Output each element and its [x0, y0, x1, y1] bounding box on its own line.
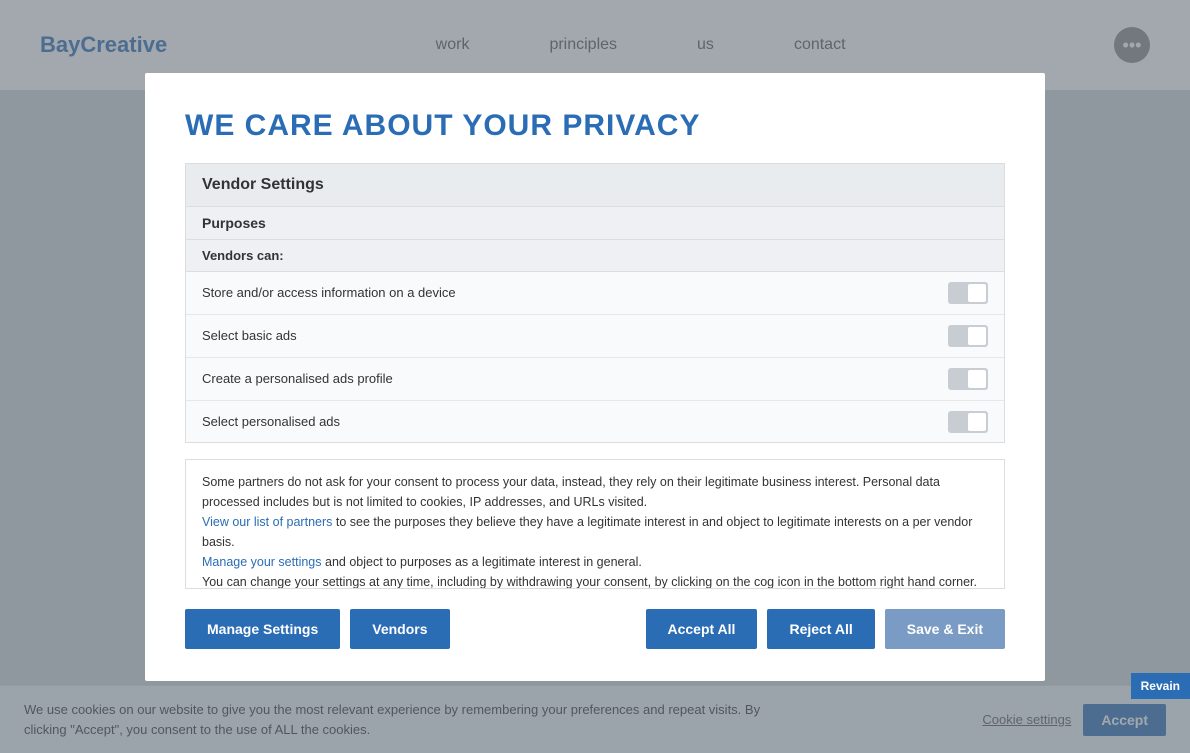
modal-buttons: Manage Settings Vendors Accept All Rejec… [185, 609, 1005, 649]
vendor-toggle-2[interactable] [948, 368, 988, 390]
vendor-item-label-0: Store and/or access information on a dev… [202, 285, 456, 300]
vendor-item-0: Store and/or access information on a dev… [186, 272, 1004, 315]
vendors-button[interactable]: Vendors [350, 609, 449, 649]
privacy-modal: WE CARE ABOUT YOUR PRIVACY Vendor Settin… [145, 73, 1045, 681]
info-text-3: and object to purposes as a legitimate i… [325, 555, 642, 569]
vendor-toggle-1[interactable] [948, 325, 988, 347]
vendor-item-label-2: Create a personalised ads profile [202, 371, 393, 386]
revain-badge[interactable]: Revain [1131, 673, 1190, 699]
info-text-1: Some partners do not ask for your consen… [202, 475, 940, 509]
manage-settings-link[interactable]: Manage your settings [202, 555, 322, 569]
vendor-item-3: Select personalised ads [186, 401, 1004, 442]
accept-all-button[interactable]: Accept All [646, 609, 758, 649]
right-buttons: Accept All Reject All Save & Exit [646, 609, 1006, 649]
vendor-settings-box: Vendor Settings Purposes Vendors can: St… [185, 163, 1005, 443]
manage-settings-button[interactable]: Manage Settings [185, 609, 340, 649]
vendor-toggle-3[interactable] [948, 411, 988, 433]
vendor-toggle-0[interactable] [948, 282, 988, 304]
reject-all-button[interactable]: Reject All [767, 609, 874, 649]
view-partners-link[interactable]: View our list of partners [202, 515, 332, 529]
vendor-item-2: Create a personalised ads profile [186, 358, 1004, 401]
left-buttons: Manage Settings Vendors [185, 609, 450, 649]
vendor-settings-header: Vendor Settings [186, 164, 1004, 207]
vendors-can-label: Vendors can: [186, 240, 1004, 272]
vendor-item-label-3: Select personalised ads [202, 414, 340, 429]
save-exit-button[interactable]: Save & Exit [885, 609, 1005, 649]
purposes-header: Purposes [186, 207, 1004, 240]
info-text-4: You can change your settings at any time… [202, 575, 977, 589]
vendor-list: Store and/or access information on a dev… [186, 272, 1004, 442]
vendor-item-label-1: Select basic ads [202, 328, 297, 343]
vendor-item-1: Select basic ads [186, 315, 1004, 358]
info-text-area: Some partners do not ask for your consen… [185, 459, 1005, 589]
modal-title: WE CARE ABOUT YOUR PRIVACY [185, 109, 1005, 143]
